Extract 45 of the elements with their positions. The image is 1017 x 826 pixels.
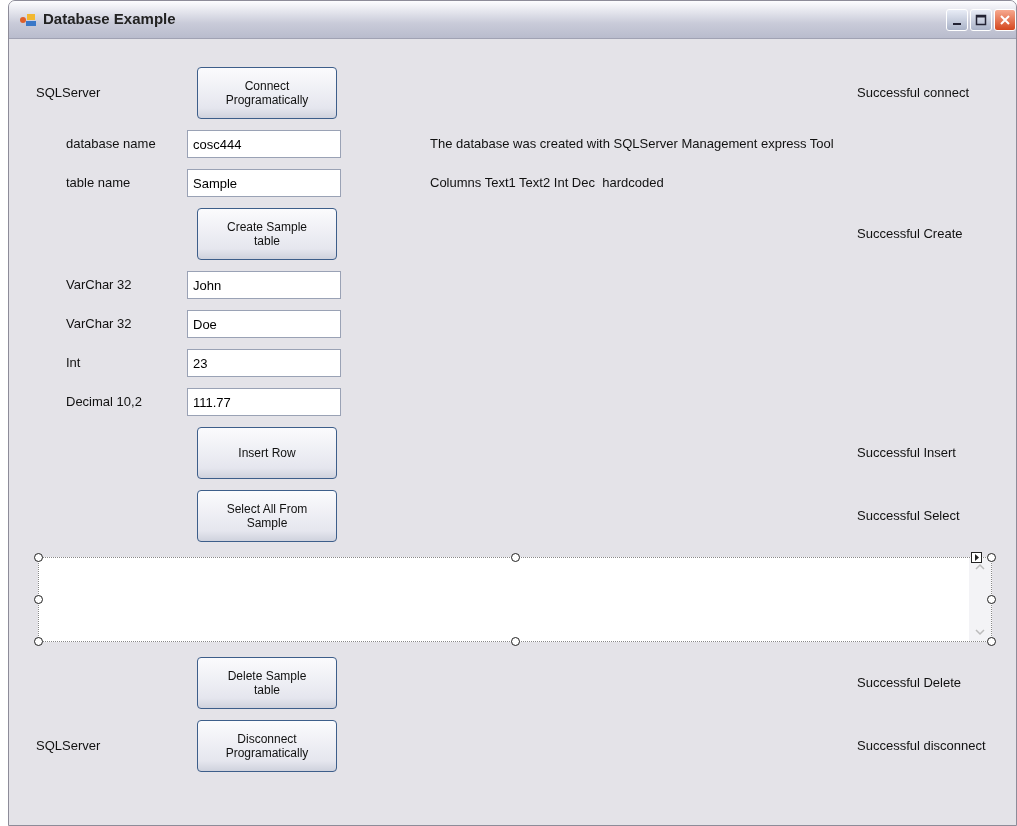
- note-text: The database was created with SQLServer Management express Tool: [429, 136, 834, 152]
- resize-handle[interactable]: [510, 553, 520, 562]
- field-label: table name: [65, 175, 131, 191]
- action-button[interactable]: Create Sample table: [197, 208, 337, 260]
- minimize-icon: [953, 22, 961, 25]
- status-text: Successful disconnect: [856, 738, 986, 754]
- app-icon: [19, 11, 37, 28]
- smart-tag-icon[interactable]: [971, 552, 982, 563]
- status-text: Successful Delete: [856, 675, 962, 691]
- status-text: Successful Insert: [856, 445, 956, 461]
- window-title: Database Example: [43, 9, 176, 30]
- field-label: SQLServer: [35, 85, 101, 101]
- status-text: Successful connect: [856, 85, 969, 101]
- minimize-button[interactable]: [946, 8, 968, 31]
- resize-handle[interactable]: [34, 595, 43, 604]
- action-button[interactable]: Disconnect Programatically: [197, 720, 337, 772]
- resize-handle[interactable]: [987, 637, 996, 646]
- field-label: Decimal 10,2: [65, 394, 142, 410]
- close-icon: [998, 12, 1012, 27]
- status-text: Successful Select: [856, 508, 960, 524]
- resize-handle[interactable]: [510, 637, 520, 646]
- maximize-button[interactable]: [970, 8, 992, 31]
- text-field[interactable]: 23: [187, 349, 341, 377]
- action-button[interactable]: Insert Row: [197, 427, 337, 479]
- resize-handle[interactable]: [34, 637, 43, 646]
- action-button[interactable]: Delete Sample table: [197, 657, 337, 709]
- action-button[interactable]: Connect Programatically: [197, 67, 337, 119]
- maximize-icon: [974, 12, 988, 27]
- field-label: SQLServer: [35, 738, 101, 754]
- note-text: Columns Text1 Text2 Int Dec hardcoded: [429, 175, 664, 191]
- resize-handle[interactable]: [34, 553, 43, 562]
- text-field[interactable]: Doe: [187, 310, 341, 338]
- field-label: Int: [65, 355, 81, 371]
- resize-handle[interactable]: [987, 595, 996, 604]
- field-label: VarChar 32: [65, 277, 132, 293]
- text-field[interactable]: John: [187, 271, 341, 299]
- text-field[interactable]: cosc444: [187, 130, 341, 158]
- field-label: VarChar 32: [65, 316, 132, 332]
- resize-handle[interactable]: [987, 553, 996, 562]
- field-label: database name: [65, 136, 156, 152]
- text-field[interactable]: 111.77: [187, 388, 341, 416]
- close-button[interactable]: [994, 8, 1016, 31]
- status-text: Successful Create: [856, 226, 963, 242]
- text-field[interactable]: Sample: [187, 169, 341, 197]
- action-button[interactable]: Select All From Sample: [197, 490, 337, 542]
